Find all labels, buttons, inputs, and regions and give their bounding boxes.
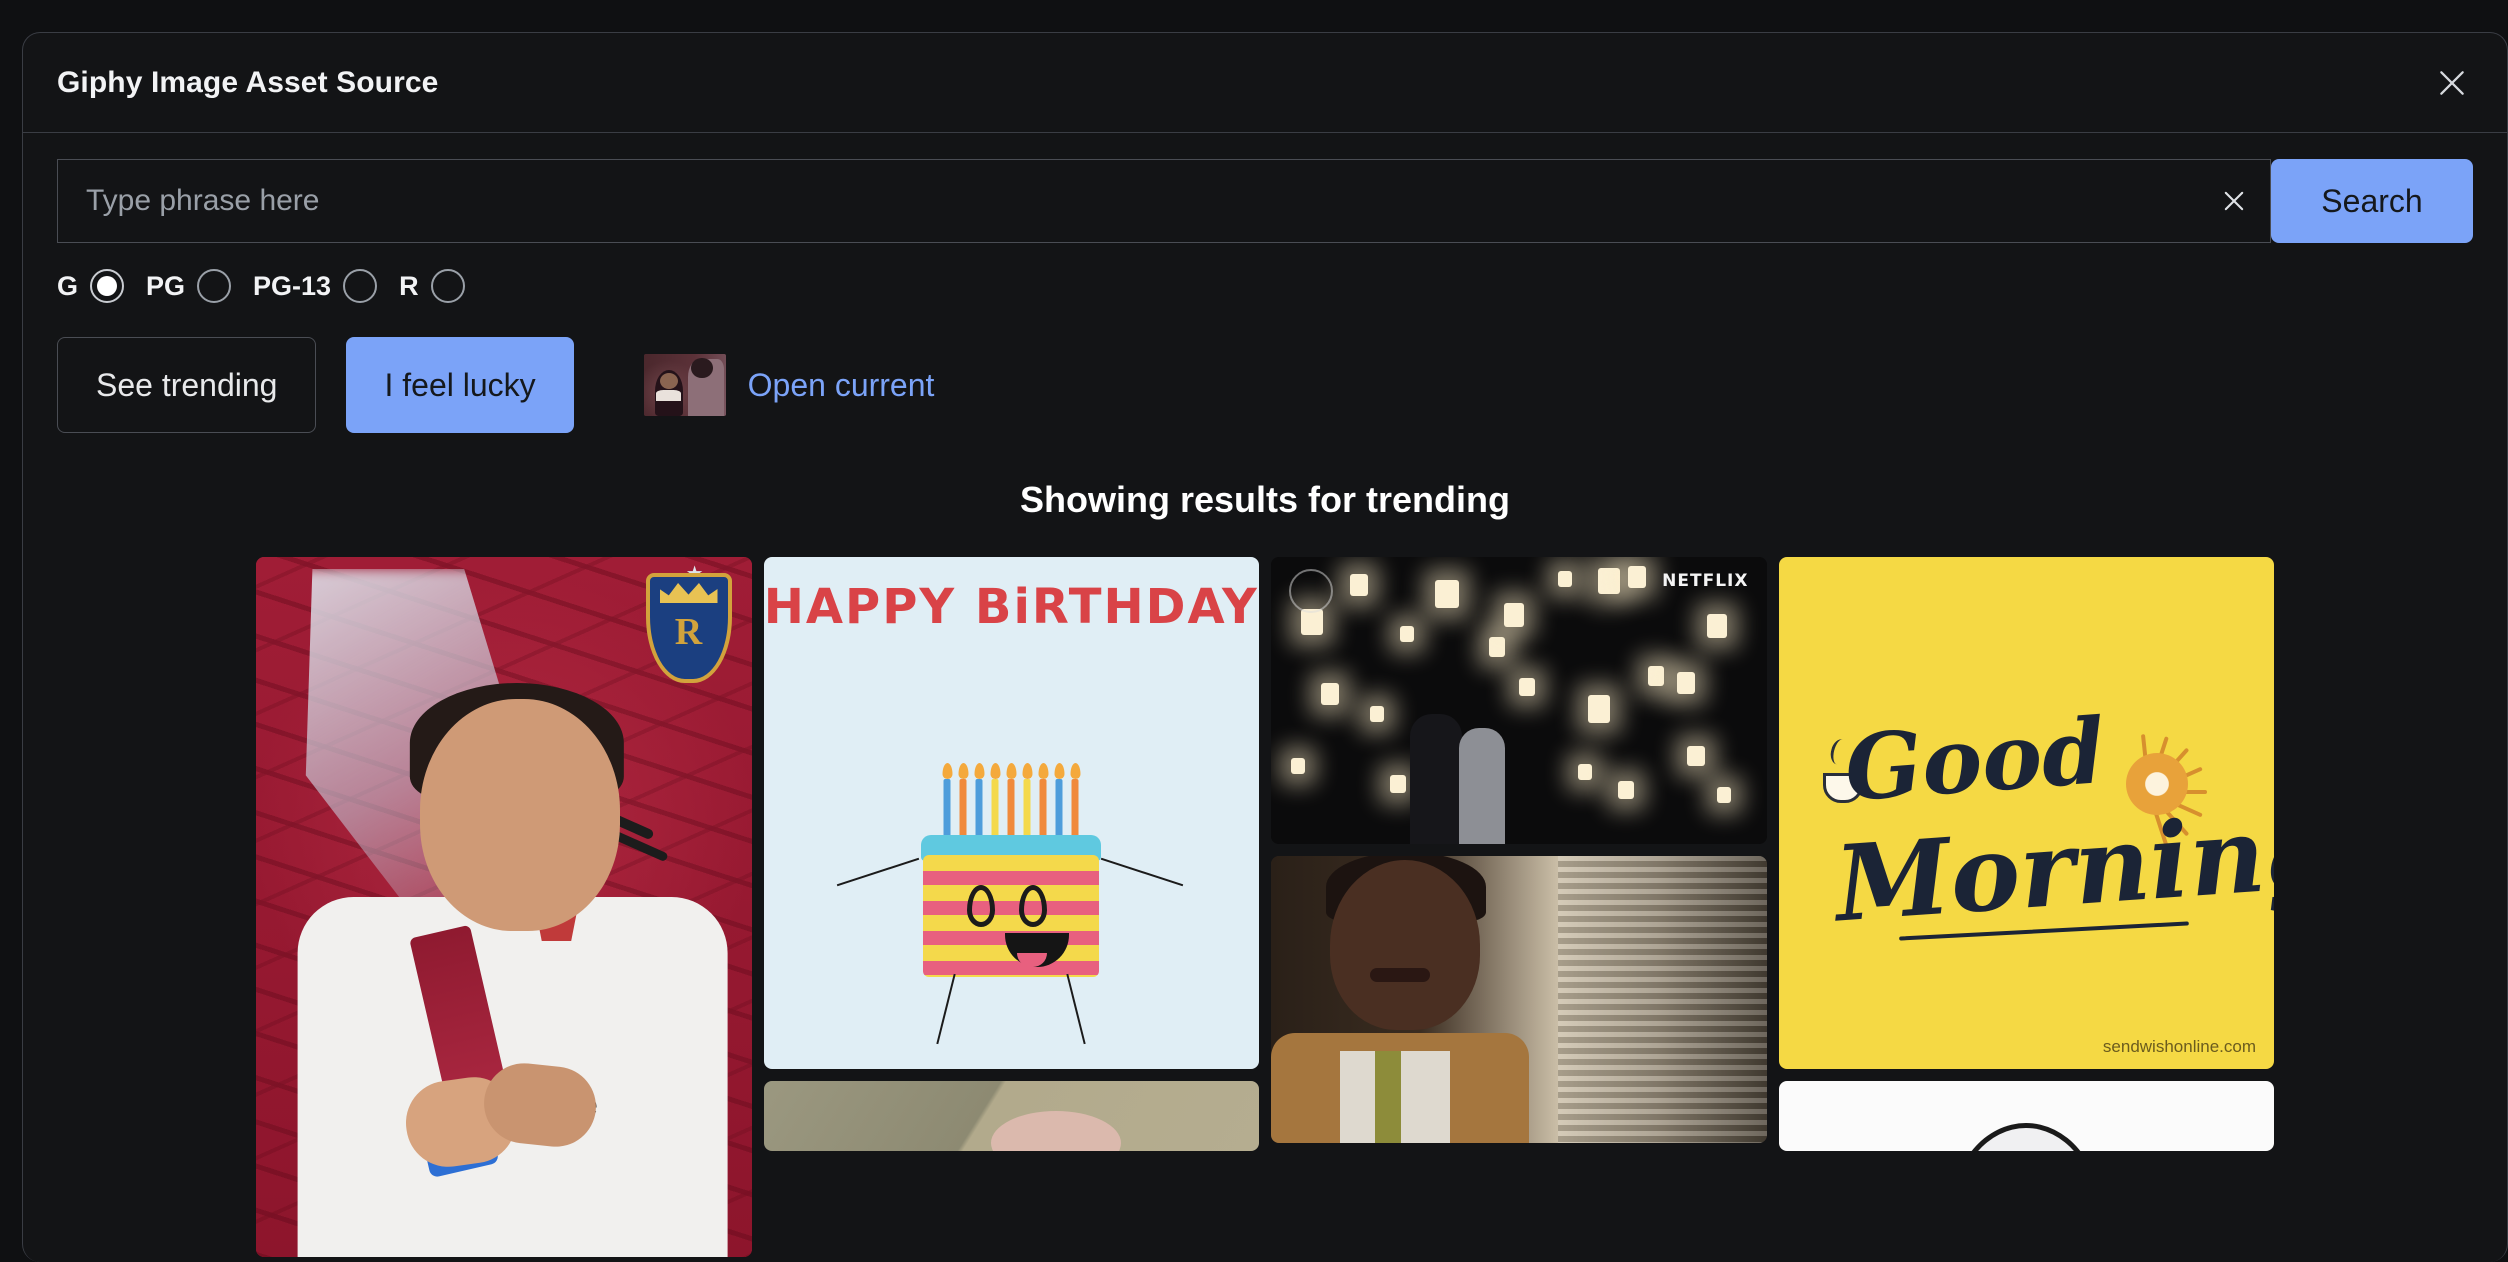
radio-g[interactable] (90, 269, 125, 303)
netflix-logo: NETFLIX (1662, 571, 1749, 591)
current-asset-thumbnail[interactable] (643, 354, 726, 416)
rating-label-pg13: PG-13 (253, 270, 332, 301)
results-column-2: HAPPY BiRTHDAY (763, 557, 1259, 1151)
dialog-title: Giphy Image Asset Source (57, 65, 439, 99)
rating-label-r: R (399, 270, 419, 301)
results-column-4: Good Morning sendwishonline.com (1778, 557, 2274, 1151)
results-column-3: NETFLIX (1271, 557, 1767, 1143)
tile-good-morning[interactable]: Good Morning sendwishonline.com (1778, 557, 2274, 1069)
lantern-lights (1271, 557, 1767, 844)
search-row: Search (57, 159, 2473, 243)
results-column-1: ★ Vantage (256, 557, 752, 1257)
open-current-link[interactable]: Open current (748, 367, 935, 404)
radio-pg13[interactable] (343, 269, 378, 303)
tile-partial-white[interactable] (1778, 1081, 2274, 1151)
radio-r[interactable] (430, 269, 465, 303)
search-field-wrapper (57, 159, 2271, 243)
birthday-text: HAPPY BiRTHDAY (763, 579, 1259, 635)
giphy-image-asset-source-dialog: Giphy Image Asset Source Search G (22, 32, 2508, 1262)
search-button[interactable]: Search (2271, 159, 2473, 243)
search-input[interactable] (58, 160, 2198, 242)
dialog-header: Giphy Image Asset Source (23, 33, 2507, 133)
rating-option-g[interactable]: G (57, 269, 125, 303)
rating-option-pg13[interactable]: PG-13 (253, 269, 378, 303)
channel-badge-icon (1289, 569, 1333, 613)
morning-credit: sendwishonline.com (2102, 1037, 2256, 1056)
rating-label-pg: PG (146, 270, 186, 301)
club-crest-icon (645, 573, 732, 683)
close-icon[interactable] (2425, 56, 2479, 110)
tile-office-stanley[interactable] (1271, 856, 1767, 1143)
open-current-group[interactable]: Open current (643, 354, 935, 416)
tile-partial-carpet[interactable] (763, 1081, 1259, 1151)
results-heading: Showing results for trending (1019, 479, 1510, 520)
clear-icon[interactable] (2198, 160, 2270, 242)
tile-soccer-confetti[interactable]: ★ Vantage (256, 557, 752, 1257)
tile-happy-birthday[interactable]: HAPPY BiRTHDAY (763, 557, 1259, 1069)
good-morning-line1: Good (1841, 698, 2108, 822)
results-grid: ★ Vantage HAPPY BiRTHDAY (256, 557, 2274, 1257)
dialog-body: Search G PG PG-13 R See trending (23, 133, 2507, 1257)
rating-option-r[interactable]: R (399, 269, 465, 303)
rating-label-g: G (57, 270, 79, 301)
see-trending-button[interactable]: See trending (57, 337, 317, 433)
action-row: See trending I feel lucky Open current (57, 337, 2473, 433)
rating-option-pg[interactable]: PG (146, 269, 232, 303)
i-feel-lucky-button[interactable]: I feel lucky (346, 337, 574, 433)
tile-netflix-lanterns[interactable]: NETFLIX (1271, 557, 1767, 844)
radio-pg[interactable] (197, 269, 232, 303)
content-rating-group: G PG PG-13 R (57, 269, 2473, 303)
cake-candles (943, 779, 1079, 837)
